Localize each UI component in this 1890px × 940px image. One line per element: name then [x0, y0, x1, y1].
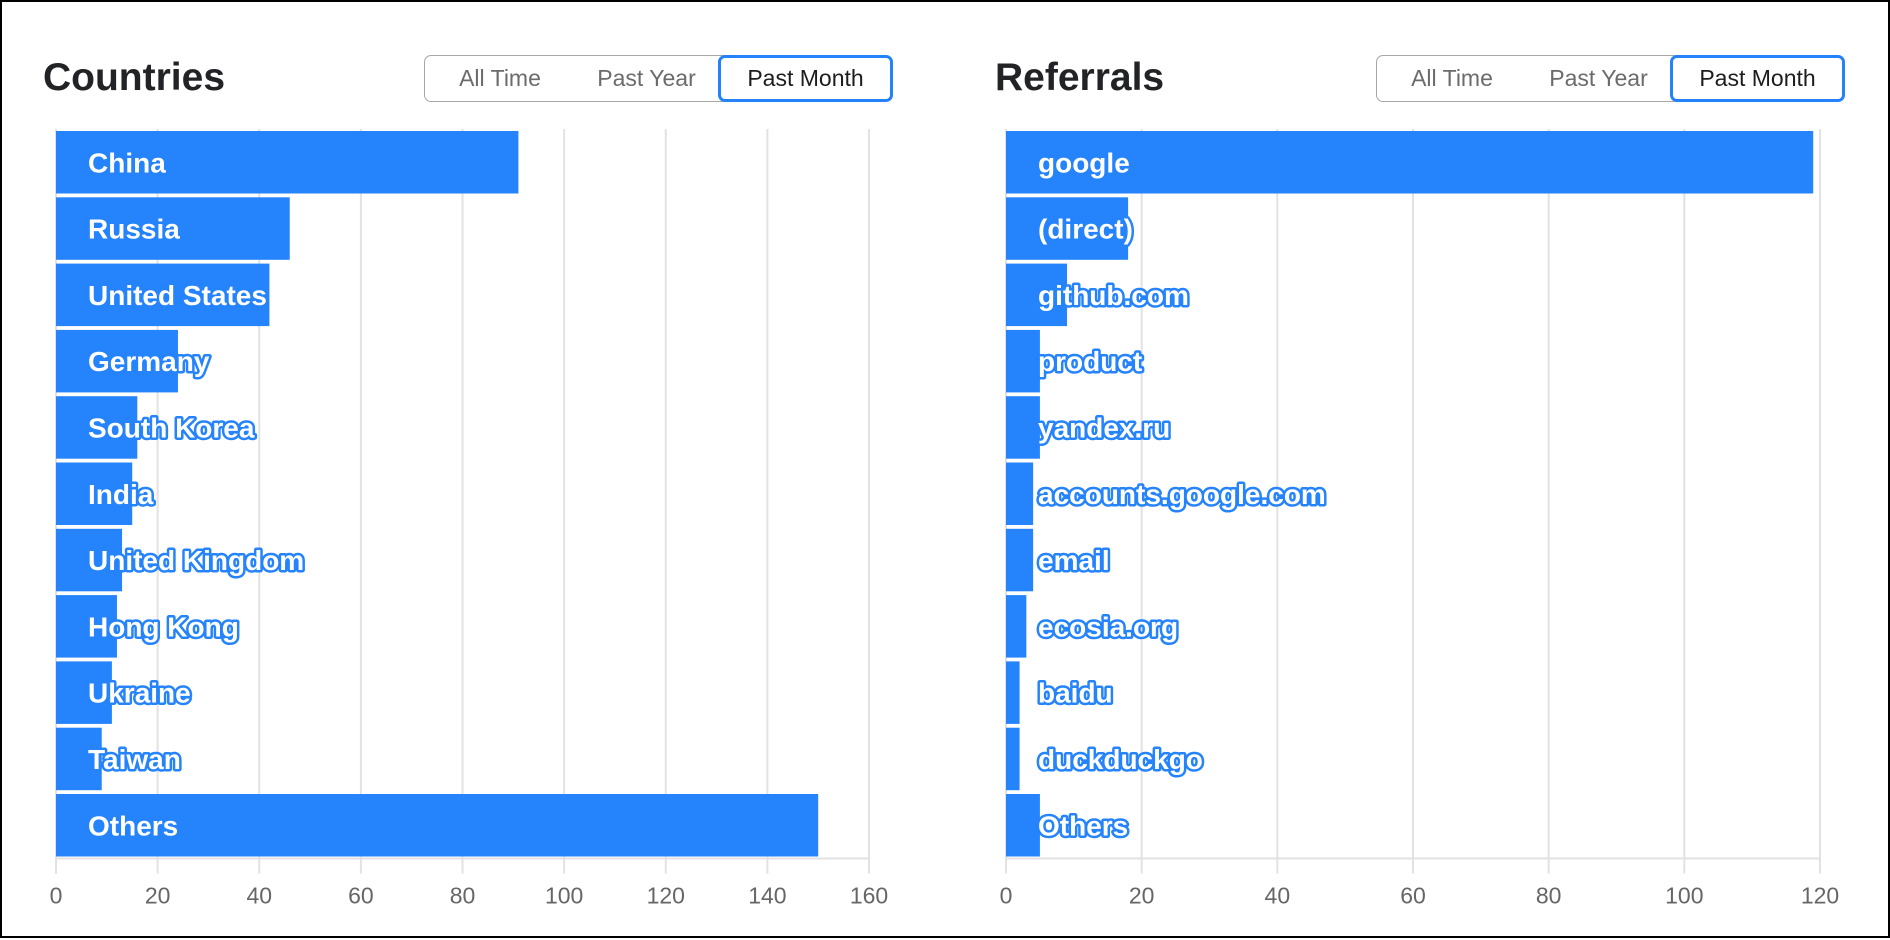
- countries-x-tick-label: 100: [545, 883, 583, 909]
- referrals-x-tick-label: 0: [1000, 883, 1013, 909]
- countries-bar-label: United States: [88, 280, 267, 311]
- referrals-bar[interactable]: [1006, 595, 1027, 658]
- countries-bar-label: Ukraine: [88, 678, 191, 709]
- referrals-bar-group[interactable]: baidu: [1006, 661, 1115, 724]
- referrals-panel: Referrals All Time Past Year Past Month …: [947, 2, 1890, 940]
- referrals-bar-chart: 0 20 40 60 80 100 120 google (direct) github.com p…: [1000, 129, 1839, 909]
- countries-bar-group[interactable]: United States: [56, 263, 269, 327]
- referrals-bar-group[interactable]: email: [1006, 528, 1112, 592]
- countries-panel: Countries All Time Past Year Past Month …: [2, 2, 947, 940]
- referrals-bar-label: yandex.ru: [1038, 412, 1170, 443]
- countries-bar-group[interactable]: United Kingdom: [56, 528, 307, 592]
- countries-x-tick-label: 160: [850, 883, 888, 909]
- countries-bar-group[interactable]: India: [56, 462, 156, 526]
- countries-x-tick-label: 140: [748, 883, 786, 909]
- countries-bar-label: Russia: [88, 214, 180, 245]
- referrals-bar-group[interactable]: Others: [1006, 794, 1131, 857]
- countries-x-tick-label: 120: [647, 883, 685, 909]
- countries-bar-label: China: [88, 147, 166, 178]
- countries-bar-group[interactable]: Ukraine: [56, 661, 193, 724]
- page-frame: Countries All Time Past Year Past Month …: [0, 0, 1890, 938]
- countries-bar-group[interactable]: South Korea: [56, 396, 257, 459]
- referrals-bar-label: (direct): [1038, 214, 1133, 245]
- referrals-x-tick-label: 80: [1536, 883, 1562, 909]
- referrals-bar[interactable]: [1006, 528, 1034, 592]
- countries-x-tick-label: 0: [50, 883, 63, 909]
- countries-bar-group[interactable]: Russia: [56, 197, 290, 260]
- referrals-bar[interactable]: [1006, 329, 1040, 393]
- referrals-bar-label: duckduckgo: [1038, 744, 1203, 775]
- countries-bar-group[interactable]: Germany: [56, 329, 212, 393]
- countries-bar-label: Hong Kong: [88, 611, 239, 642]
- referrals-bar-label: email: [1038, 545, 1110, 576]
- referrals-bar[interactable]: [1006, 727, 1020, 791]
- referrals-bar-group[interactable]: yandex.ru: [1006, 396, 1173, 459]
- referrals-bar[interactable]: [1006, 794, 1040, 857]
- countries-x-tick-label: 80: [450, 883, 476, 909]
- referrals-bar-group[interactable]: google: [1006, 131, 1814, 194]
- referrals-bar-label: google: [1038, 147, 1130, 178]
- referrals-bar-label: accounts.google.com: [1038, 479, 1326, 510]
- countries-bar-group[interactable]: Others: [56, 794, 819, 857]
- referrals-bar[interactable]: [1006, 661, 1020, 724]
- countries-bar-label: South Korea: [88, 412, 255, 443]
- referrals-bar-label: ecosia.org: [1038, 611, 1178, 642]
- referrals-bar-group[interactable]: ecosia.org: [1006, 595, 1181, 658]
- countries-bar-chart: 0 20 40 60 80 100 120 140 160 China Russia United S…: [50, 129, 888, 909]
- countries-bar-label: Germany: [88, 346, 210, 377]
- referrals-bar-group[interactable]: github.com: [1006, 263, 1191, 327]
- countries-bar-label: Others: [88, 810, 178, 841]
- referrals-x-tick-label: 60: [1400, 883, 1426, 909]
- countries-bar-label: United Kingdom: [88, 545, 304, 576]
- referrals-bar-group[interactable]: product: [1006, 329, 1145, 393]
- referrals-bar-label: Others: [1038, 810, 1128, 841]
- referrals-bar[interactable]: [1006, 396, 1040, 459]
- countries-bar-group[interactable]: Taiwan: [56, 727, 183, 791]
- referrals-x-tick-label: 40: [1265, 883, 1291, 909]
- countries-bar-group[interactable]: Hong Kong: [56, 595, 241, 658]
- referrals-bar-label: github.com: [1038, 280, 1189, 311]
- referrals-bar-group[interactable]: (direct): [1006, 197, 1135, 260]
- referrals-bar-label: product: [1038, 346, 1142, 377]
- countries-x-tick-label: 20: [145, 883, 171, 909]
- countries-bar-group[interactable]: China: [56, 131, 519, 194]
- referrals-bar[interactable]: [1006, 462, 1034, 526]
- countries-bar-label: India: [88, 479, 154, 510]
- referrals-bar-group[interactable]: duckduckgo: [1006, 727, 1205, 791]
- countries-x-tick-label: 60: [348, 883, 374, 909]
- countries-bar-label: Taiwan: [88, 744, 181, 775]
- referrals-x-tick-label: 20: [1129, 883, 1155, 909]
- referrals-x-tick-label: 100: [1665, 883, 1703, 909]
- countries-x-tick-label: 40: [246, 883, 272, 909]
- referrals-x-tick-label: 120: [1801, 883, 1839, 909]
- referrals-bar-label: baidu: [1038, 678, 1113, 709]
